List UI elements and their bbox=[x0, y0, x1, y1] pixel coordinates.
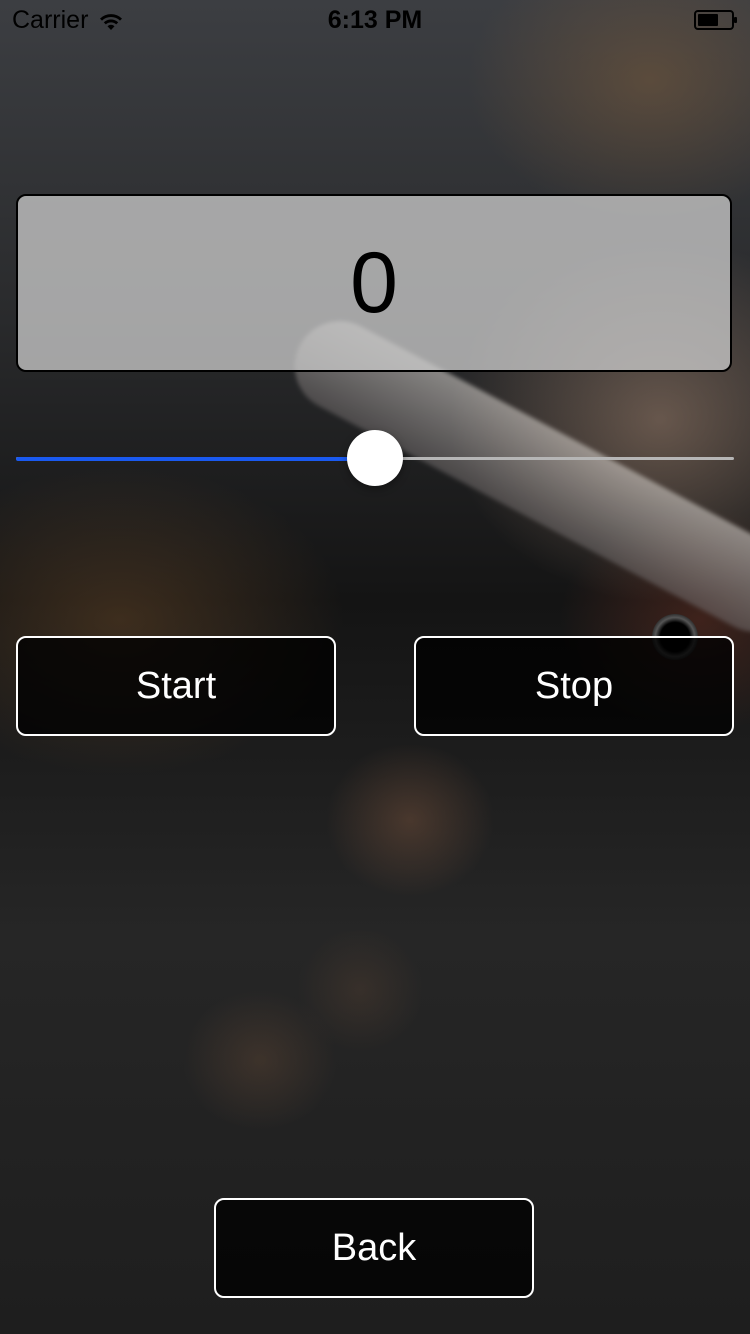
status-time: 6:13 PM bbox=[327, 6, 423, 34]
stop-button[interactable]: Stop bbox=[414, 636, 734, 736]
slider-thumb[interactable] bbox=[347, 430, 403, 486]
counter-value: 0 bbox=[350, 234, 398, 331]
slider-fill bbox=[16, 457, 375, 461]
counter-display: 0 bbox=[16, 194, 732, 372]
back-button[interactable]: Back bbox=[214, 1198, 534, 1298]
value-slider[interactable] bbox=[16, 430, 734, 486]
battery-icon bbox=[694, 10, 737, 30]
start-button[interactable]: Start bbox=[16, 636, 336, 736]
status-bar: Carrier 6:13 PM bbox=[0, 0, 750, 40]
